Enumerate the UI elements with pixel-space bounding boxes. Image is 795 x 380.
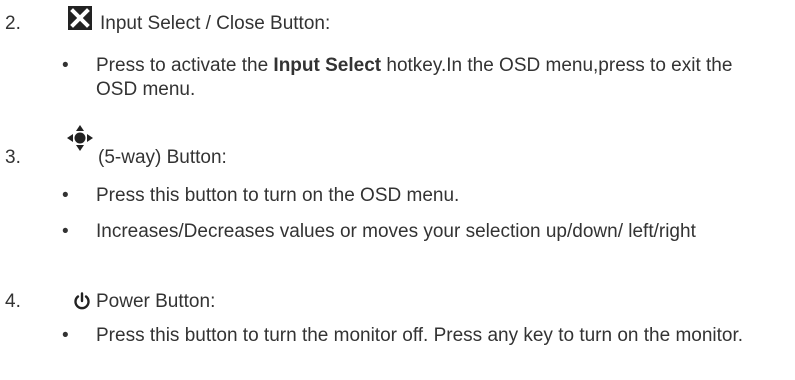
bullet-text: Press this button to turn on the OSD men… xyxy=(96,185,460,206)
bullet-text: Press this button to turn the monitor of… xyxy=(96,325,744,346)
item-heading: Power Button: xyxy=(96,291,216,312)
item-heading: Input Select / Close Button: xyxy=(100,13,331,34)
list-item-five-way: 3. (5-way) Button: • Press this button t… xyxy=(0,112,795,262)
bullet-dot: • xyxy=(62,185,69,206)
bullet-text: Press to activate the Input Select hotke… xyxy=(96,55,733,100)
bold-term: Input Select xyxy=(273,55,382,76)
list-item-power: 4. Power Button: • Press this button to … xyxy=(0,286,795,376)
bullet-dot: • xyxy=(62,55,69,76)
item-number: 4. xyxy=(5,291,21,312)
list-item-input-select: 2. Input Select / Close Button: • Press … xyxy=(0,6,795,106)
bullet-dot: • xyxy=(62,325,69,346)
five-way-joystick-icon xyxy=(66,124,94,159)
item-heading: (5-way) Button: xyxy=(98,147,227,168)
item-number: 2. xyxy=(5,13,21,34)
power-icon xyxy=(73,292,91,317)
bullet-text: Increases/Decreases values or moves your… xyxy=(96,221,696,242)
bullet-dot: • xyxy=(62,221,69,242)
close-x-icon xyxy=(68,6,92,37)
item-number: 3. xyxy=(5,147,21,168)
